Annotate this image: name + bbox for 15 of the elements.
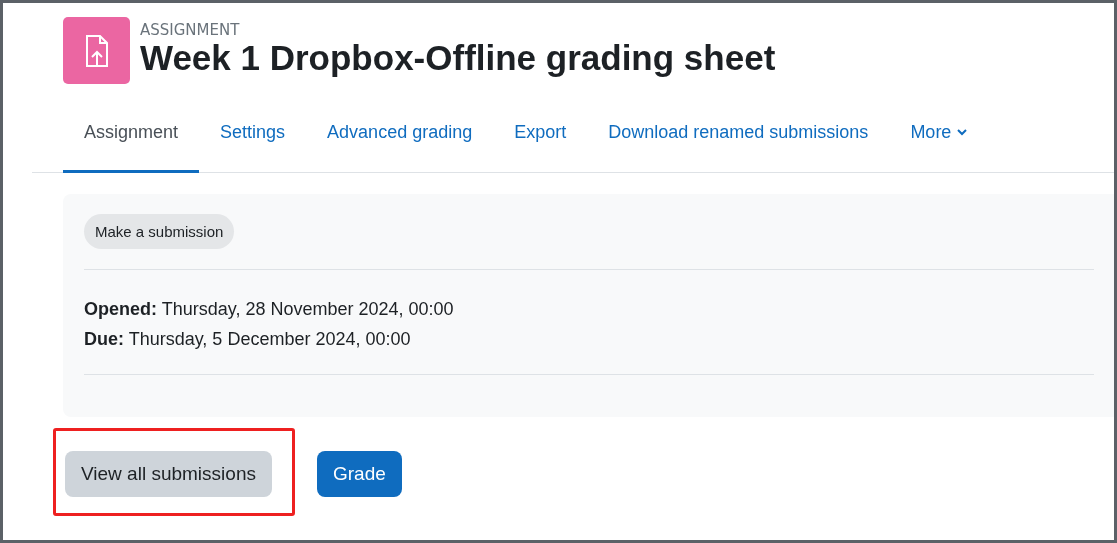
module-type-label: ASSIGNMENT [140, 21, 241, 39]
nav-tab[interactable]: Advanced grading [306, 102, 494, 173]
assignment-icon [63, 17, 130, 84]
nav-tab[interactable]: Export [493, 102, 588, 173]
nav-tab[interactable]: Assignment [63, 102, 200, 173]
nav-tab[interactable]: More [889, 102, 989, 173]
view-submissions-button[interactable]: View all submissions [65, 451, 272, 497]
nav-tab[interactable]: Download renamed submissions [587, 102, 890, 173]
grade-button[interactable]: Grade [316, 451, 402, 497]
make-submission-button[interactable]: Make a submission [84, 214, 235, 249]
chevron-down-icon [957, 129, 968, 136]
date-line: Due: Thursday, 5 December 2024, 00:00 [84, 328, 412, 351]
page-title: Week 1 Dropbox-Offline grading sheet [140, 39, 776, 78]
nav-tab[interactable]: Settings [199, 102, 307, 173]
date-line: Opened: Thursday, 28 November 2024, 00:00 [84, 298, 455, 321]
